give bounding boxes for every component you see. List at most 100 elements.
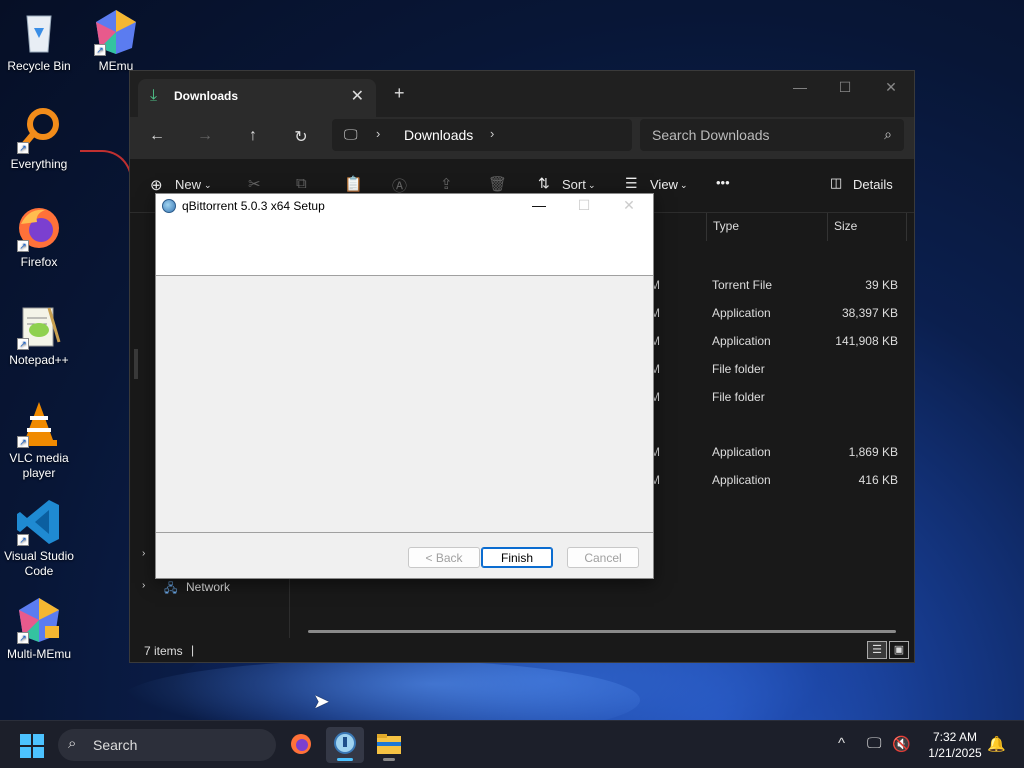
refresh-icon[interactable]: ↻: [291, 127, 311, 147]
search-icon[interactable]: ⌕: [884, 126, 892, 143]
chevron-right-icon[interactable]: ›: [490, 126, 494, 141]
file-row[interactable]: M File folder: [650, 362, 910, 390]
new-button[interactable]: New: [175, 177, 201, 192]
chevron-right-icon[interactable]: ›: [376, 126, 380, 141]
setup-titlebar[interactable]: qBittorrent 5.0.3 x64 Setup — ☐ ✕: [156, 194, 653, 218]
cancel-button: Cancel: [567, 547, 639, 568]
shortcut-arrow-icon: ↗: [17, 338, 29, 350]
shortcut-arrow-icon: ↗: [94, 44, 106, 56]
file-row[interactable]: M Application 141,908 KB: [650, 334, 910, 362]
file-type: Torrent File: [712, 278, 773, 292]
chevron-up-icon[interactable]: ^: [838, 735, 845, 752]
desktop-icon-label: Recycle Bin: [7, 59, 71, 73]
expand-chevron-icon[interactable]: ›: [142, 548, 145, 559]
notifications-bell-icon[interactable]: 🔔: [987, 735, 1006, 753]
desktop-icon-label: Multi-MEmu: [6, 647, 71, 661]
volume-muted-icon[interactable]: 🔇: [892, 735, 911, 753]
more-options-button[interactable]: •••: [716, 175, 730, 190]
cut-icon[interactable]: ✂: [248, 175, 261, 193]
shortcut-arrow-icon: ↗: [17, 142, 29, 154]
status-bar: 7 items | ☰ ▣: [130, 638, 914, 664]
file-row[interactable]: M Application 38,397 KB: [650, 306, 910, 334]
chevron-down-icon[interactable]: ⌄: [588, 180, 596, 191]
breadcrumb-downloads[interactable]: Downloads: [404, 127, 473, 143]
setup-header-panel: [156, 218, 653, 276]
maximize-icon: ☐: [577, 197, 591, 213]
shortcut-arrow-icon: ↗: [17, 240, 29, 252]
network-icon: 🖧: [164, 581, 178, 595]
chevron-down-icon[interactable]: ⌄: [204, 180, 212, 191]
clock-time: 7:32 AM: [932, 730, 978, 744]
desktop-icon-vlc[interactable]: ↗ VLC media player: [1, 400, 77, 481]
desktop-icon-label: VLC media player: [9, 451, 69, 480]
taskbar-file-explorer[interactable]: [370, 727, 408, 763]
details-button[interactable]: Details: [853, 177, 893, 192]
address-bar[interactable]: 🖵 › Downloads ›: [332, 119, 632, 151]
details-pane-icon[interactable]: ◫: [830, 175, 842, 191]
minimize-icon[interactable]: —: [527, 197, 551, 213]
recycle-bin-icon: [15, 8, 63, 56]
file-size: 141,908 KB: [835, 334, 898, 348]
taskbar: ⌕ Search ^ 🖵 🔇 7:32 AM 1/21/2025 🔔: [0, 720, 1024, 768]
close-window-icon[interactable]: ✕: [876, 79, 906, 96]
file-size: 38,397 KB: [841, 306, 898, 320]
tiles-view-icon[interactable]: ▣: [889, 641, 909, 659]
chevron-down-icon[interactable]: ⌄: [680, 180, 688, 191]
maximize-icon[interactable]: ☐: [830, 79, 860, 96]
search-input[interactable]: [652, 125, 872, 145]
search-box[interactable]: ⌕: [640, 119, 904, 151]
item-count: 7 items: [144, 644, 183, 658]
file-row[interactable]: M Application 416 KB: [650, 473, 910, 501]
paste-icon[interactable]: 📋: [344, 175, 363, 193]
setup-dialog[interactable]: qBittorrent 5.0.3 x64 Setup — ☐ ✕ < Back…: [155, 193, 654, 579]
network-status-icon[interactable]: 🖵: [867, 735, 881, 752]
view-list-icon[interactable]: ☰: [625, 175, 638, 192]
search-icon: ⌕: [68, 735, 77, 752]
desktop-icon-notepadpp[interactable]: ↗ Notepad++: [1, 302, 77, 368]
memu-icon: ↗: [92, 8, 140, 56]
column-header-size[interactable]: Size: [827, 213, 907, 241]
close-tab-icon[interactable]: ✕: [351, 86, 364, 106]
taskbar-search[interactable]: ⌕ Search: [58, 729, 276, 761]
taskbar-qbittorrent-setup[interactable]: [326, 727, 364, 763]
desktop-icon-recycle-bin[interactable]: Recycle Bin: [1, 8, 77, 74]
back-arrow-icon[interactable]: ←: [147, 127, 167, 145]
tab-downloads[interactable]: ⤓ Downloads ✕: [138, 79, 376, 117]
share-icon[interactable]: ⇪: [440, 175, 453, 193]
desktop-icon-label: Notepad++: [9, 353, 69, 367]
notepadpp-icon: ↗: [15, 302, 63, 350]
desktop-icon-label: Visual Studio Code: [4, 549, 74, 578]
up-arrow-icon[interactable]: ↑: [243, 127, 263, 145]
finish-button[interactable]: Finish: [481, 547, 553, 568]
file-row[interactable]: M File folder: [650, 390, 910, 418]
copy-icon[interactable]: ⧉: [296, 175, 307, 192]
desktop-icon-vscode[interactable]: ↗ Visual Studio Code: [1, 498, 77, 579]
expand-chevron-icon[interactable]: ›: [142, 580, 145, 591]
file-row[interactable]: M Application 1,869 KB: [650, 445, 910, 473]
desktop-icon-firefox[interactable]: ↗ Firefox: [1, 204, 77, 270]
tab-label: Downloads: [174, 89, 239, 103]
windows-start-icon[interactable]: [20, 734, 44, 758]
desktop-icon-multi-memu[interactable]: ↗ Multi-MEmu: [1, 596, 77, 662]
desktop-icon-memu[interactable]: ↗ MEmu: [78, 8, 154, 74]
horizontal-scrollbar[interactable]: [308, 630, 896, 633]
desktop-icon-everything[interactable]: ↗ Everything: [1, 106, 77, 172]
taskbar-clock[interactable]: 7:32 AM 1/21/2025: [920, 729, 990, 761]
setup-title: qBittorrent 5.0.3 x64 Setup: [182, 199, 325, 213]
explorer-titlebar[interactable]: ⤓ Downloads ✕ + — ☐ ✕: [130, 71, 914, 117]
sort-button[interactable]: Sort: [562, 177, 586, 192]
taskbar-search-label: Search: [93, 737, 138, 753]
sort-icon[interactable]: ⇅: [538, 175, 550, 192]
sidebar-item-network[interactable]: Network: [186, 580, 230, 594]
forward-arrow-icon[interactable]: →: [195, 127, 215, 145]
new-plus-icon[interactable]: ⊕: [150, 176, 163, 194]
delete-icon[interactable]: 🗑: [488, 175, 507, 193]
details-view-icon[interactable]: ☰: [867, 641, 887, 659]
file-row[interactable]: M Torrent File 39 KB: [650, 278, 910, 306]
view-button[interactable]: View: [650, 177, 678, 192]
new-tab-icon[interactable]: +: [394, 83, 405, 104]
taskbar-firefox[interactable]: [282, 727, 320, 763]
file-type: Application: [712, 445, 771, 459]
minimize-icon[interactable]: —: [785, 79, 815, 95]
column-header-type[interactable]: Type: [706, 213, 827, 241]
